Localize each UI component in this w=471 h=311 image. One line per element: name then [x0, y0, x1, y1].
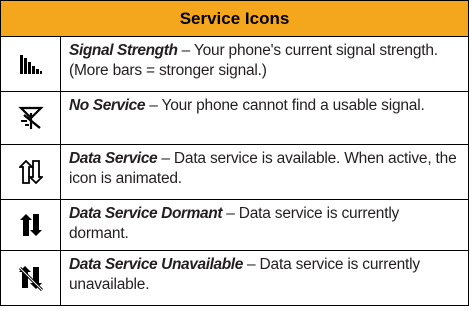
signal-strength-icon — [1, 54, 60, 74]
row-description: Data Service Unavailable – Data service … — [60, 250, 469, 306]
table-row: Data Service Dormant – Data service is c… — [0, 199, 469, 251]
row-name: Data Service Dormant — [69, 205, 223, 222]
table-header-row: Service Icons — [0, 0, 469, 37]
table-row: No Service – Your phone cannot find a us… — [0, 91, 469, 145]
row-name: Data Service — [69, 150, 158, 167]
row-text: – Your phone cannot find a usable signal… — [145, 97, 425, 114]
table-title: Service Icons — [0, 0, 469, 37]
table-row: Signal Strength – Your phone's current s… — [0, 36, 469, 92]
data-service-icon — [1, 160, 60, 184]
service-icons-table: Service Icons Signal Strength – Your pho… — [0, 0, 469, 306]
data-service-unavailable-icon — [1, 265, 60, 291]
row-description: Signal Strength – Your phone's current s… — [60, 36, 469, 92]
data-service-dormant-icon — [1, 213, 60, 237]
table-row: Data Service – Data service is available… — [0, 144, 469, 200]
row-name: Signal Strength — [69, 42, 178, 59]
no-service-icon — [1, 106, 60, 130]
row-name: No Service — [69, 97, 146, 114]
row-description: Data Service – Data service is available… — [60, 144, 469, 200]
row-description: Data Service Dormant – Data service is c… — [60, 199, 469, 251]
table-row: Data Service Unavailable – Data service … — [0, 250, 469, 306]
row-name: Data Service Unavailable — [69, 256, 243, 273]
row-description: No Service – Your phone cannot find a us… — [60, 91, 469, 145]
